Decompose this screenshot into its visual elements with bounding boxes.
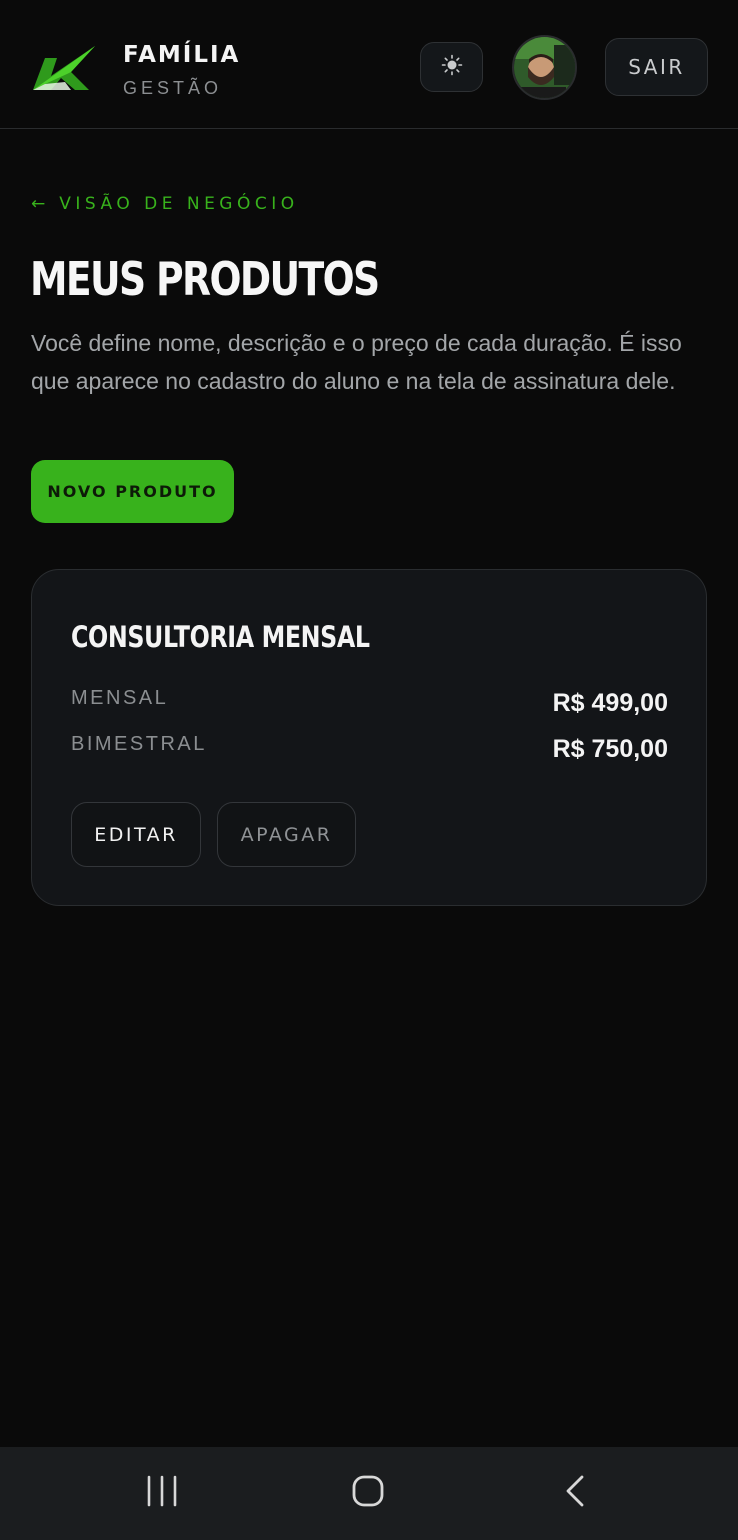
recent-apps-button[interactable] — [122, 1447, 202, 1540]
page-description: Você define nome, descrição e o preço de… — [31, 330, 682, 394]
price-duration-label: BIMESTRAL — [71, 733, 207, 755]
recent-apps-icon — [145, 1475, 179, 1512]
avatar[interactable] — [512, 35, 577, 100]
k-logo-icon[interactable] — [31, 42, 97, 92]
price-value: R$ 750,00 — [552, 735, 668, 763]
back-icon — [563, 1474, 587, 1513]
price-duration-label: MENSAL — [71, 687, 169, 709]
brand-subtitle: GESTÃO — [123, 78, 223, 98]
back-link[interactable]: ← VISÃO DE NEGÓCIO — [31, 194, 299, 214]
delete-button[interactable]: APAGAR — [217, 802, 356, 867]
product-name: CONSULTORIA MENSAL — [71, 620, 370, 654]
sun-icon — [441, 54, 463, 81]
system-navigation-bar — [0, 1447, 738, 1540]
logout-button[interactable]: SAIR — [605, 38, 708, 96]
new-product-button[interactable]: NOVO PRODUTO — [31, 460, 234, 523]
back-button[interactable] — [535, 1447, 615, 1540]
price-value: R$ 499,00 — [552, 689, 668, 717]
app-header: FAMÍLIA GESTÃO SAIR — [0, 0, 738, 129]
page-title: MEUS PRODUTOS — [30, 252, 380, 306]
edit-button[interactable]: EDITAR — [71, 802, 201, 867]
brand-title: FAMÍLIA — [123, 42, 241, 68]
price-row: MENSAL R$ 499,00 — [71, 687, 668, 717]
product-card: CONSULTORIA MENSAL MENSAL R$ 499,00 BIME… — [31, 569, 707, 906]
price-row: BIMESTRAL R$ 750,00 — [71, 733, 668, 763]
arrow-left-icon: ← — [31, 194, 46, 214]
theme-toggle-button[interactable] — [420, 42, 483, 92]
back-link-label: VISÃO DE NEGÓCIO — [59, 194, 299, 214]
home-button[interactable] — [328, 1447, 408, 1540]
home-icon — [351, 1474, 385, 1513]
